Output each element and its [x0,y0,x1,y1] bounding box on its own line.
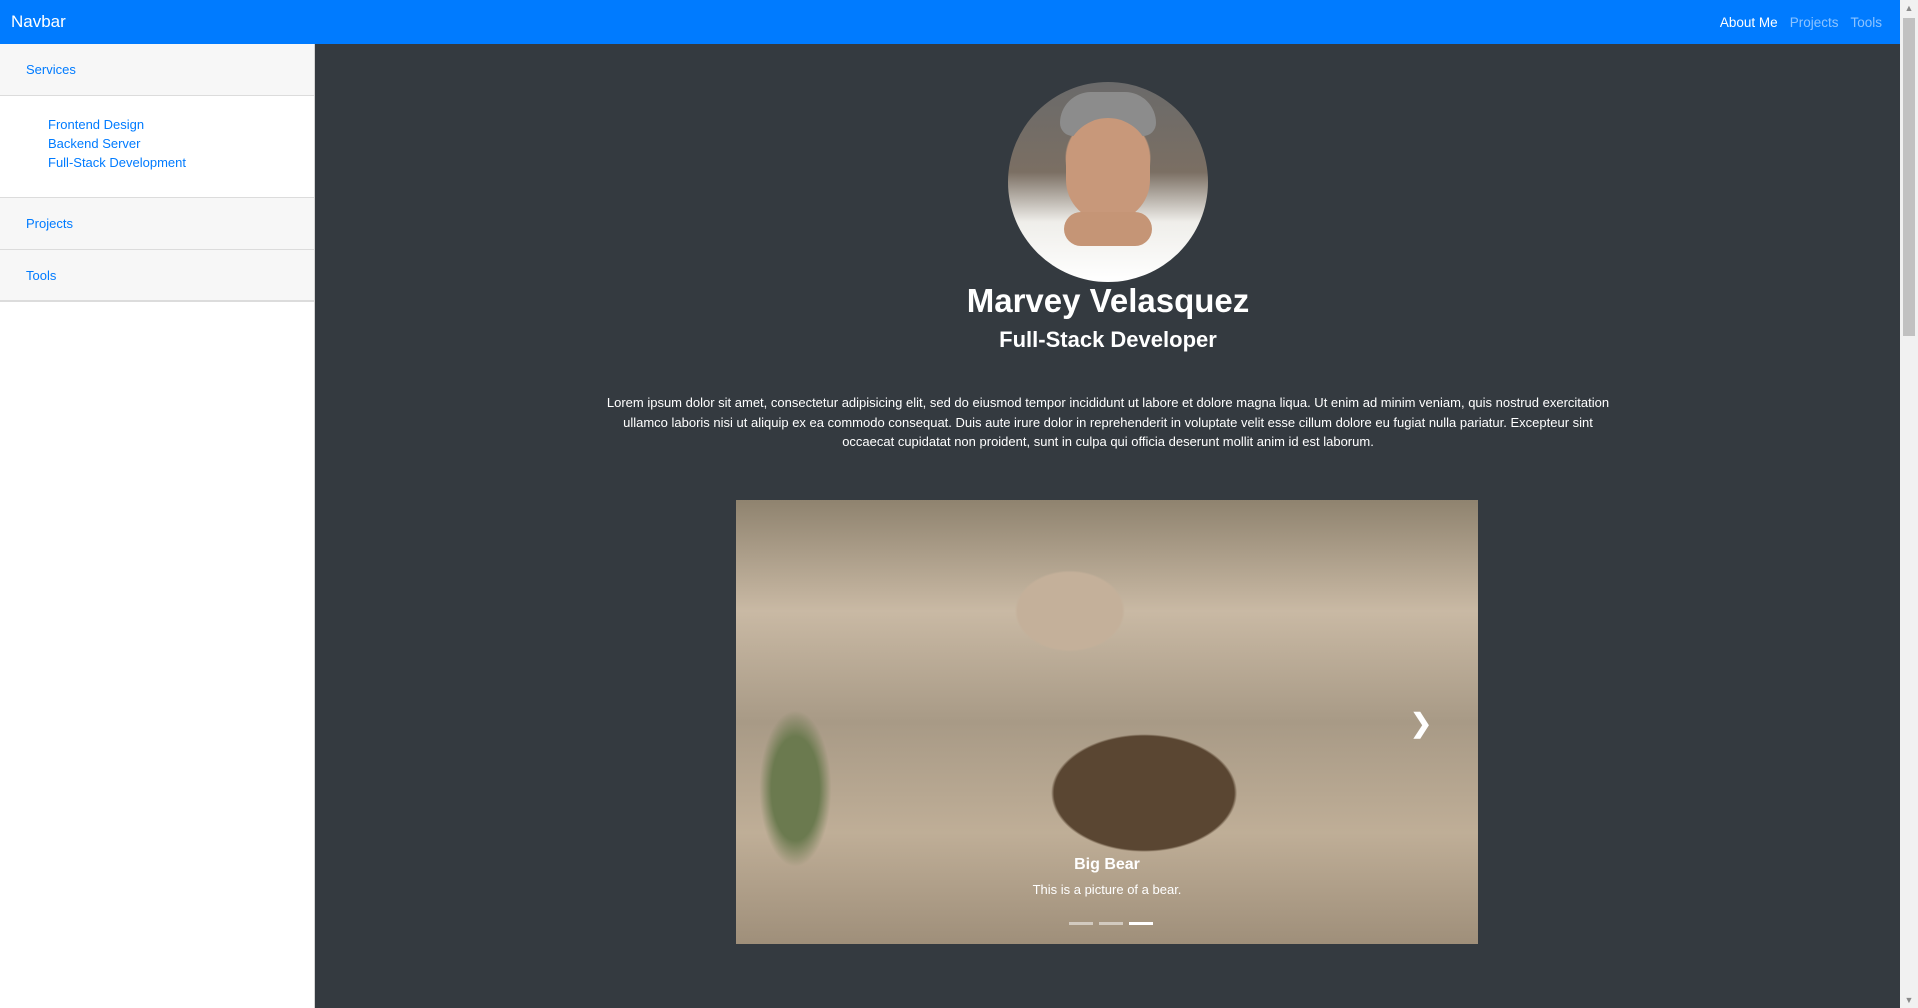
page-scrollbar[interactable]: ▲ ▼ [1900,0,1918,1008]
avatar-hands [1064,212,1152,246]
carousel-indicator-1[interactable] [1069,922,1093,925]
navbar-links: About Me Projects Tools [1720,15,1889,30]
sidebar-link-full-stack-development[interactable]: Full-Stack Development [48,153,314,172]
carousel-indicator-3[interactable] [1129,922,1153,925]
nav-link-tools[interactable]: Tools [1850,15,1882,30]
profile-title: Full-Stack Developer [999,327,1217,352]
scroll-down-arrow-icon[interactable]: ▼ [1900,992,1918,1008]
nav-link-projects[interactable]: Projects [1790,15,1839,30]
carousel-indicator-2[interactable] [1099,922,1123,925]
carousel-caption-text: This is a picture of a bear. [1032,882,1182,897]
sidebar-services-panel: Frontend Design Backend Server Full-Stac… [0,96,314,198]
sidebar-services-toggle[interactable]: Services [0,44,314,96]
carousel-caption-title: Big Bear [1074,856,1140,873]
scroll-up-arrow-icon[interactable]: ▲ [1900,0,1918,16]
sidebar-tools-toggle[interactable]: Tools [0,250,314,302]
profile-name: Marvey Velasquez [966,282,1250,319]
profile-bio: Lorem ipsum dolor sit amet, consectetur … [606,395,1610,449]
main-content: Marvey Velasquez Full-Stack Developer Lo… [316,44,1900,1008]
sidebar-projects-toggle[interactable]: Projects [0,198,314,250]
scrollbar-thumb[interactable] [1903,18,1915,336]
carousel-indicators [1069,922,1153,925]
sidebar-link-frontend-design[interactable]: Frontend Design [48,115,314,134]
sidebar: Services Frontend Design Backend Server … [0,44,315,1008]
nav-link-about-me[interactable]: About Me [1720,15,1778,30]
image-carousel[interactable]: ❯ Big Bear This is a picture of a bear. [736,500,1478,944]
top-navbar: Navbar About Me Projects Tools [0,0,1900,44]
navbar-brand[interactable]: Navbar [11,12,66,32]
profile-avatar [1008,82,1208,282]
sidebar-link-backend-server[interactable]: Backend Server [48,134,314,153]
chevron-right-icon[interactable]: ❯ [1410,708,1432,739]
avatar-face [1066,118,1150,222]
